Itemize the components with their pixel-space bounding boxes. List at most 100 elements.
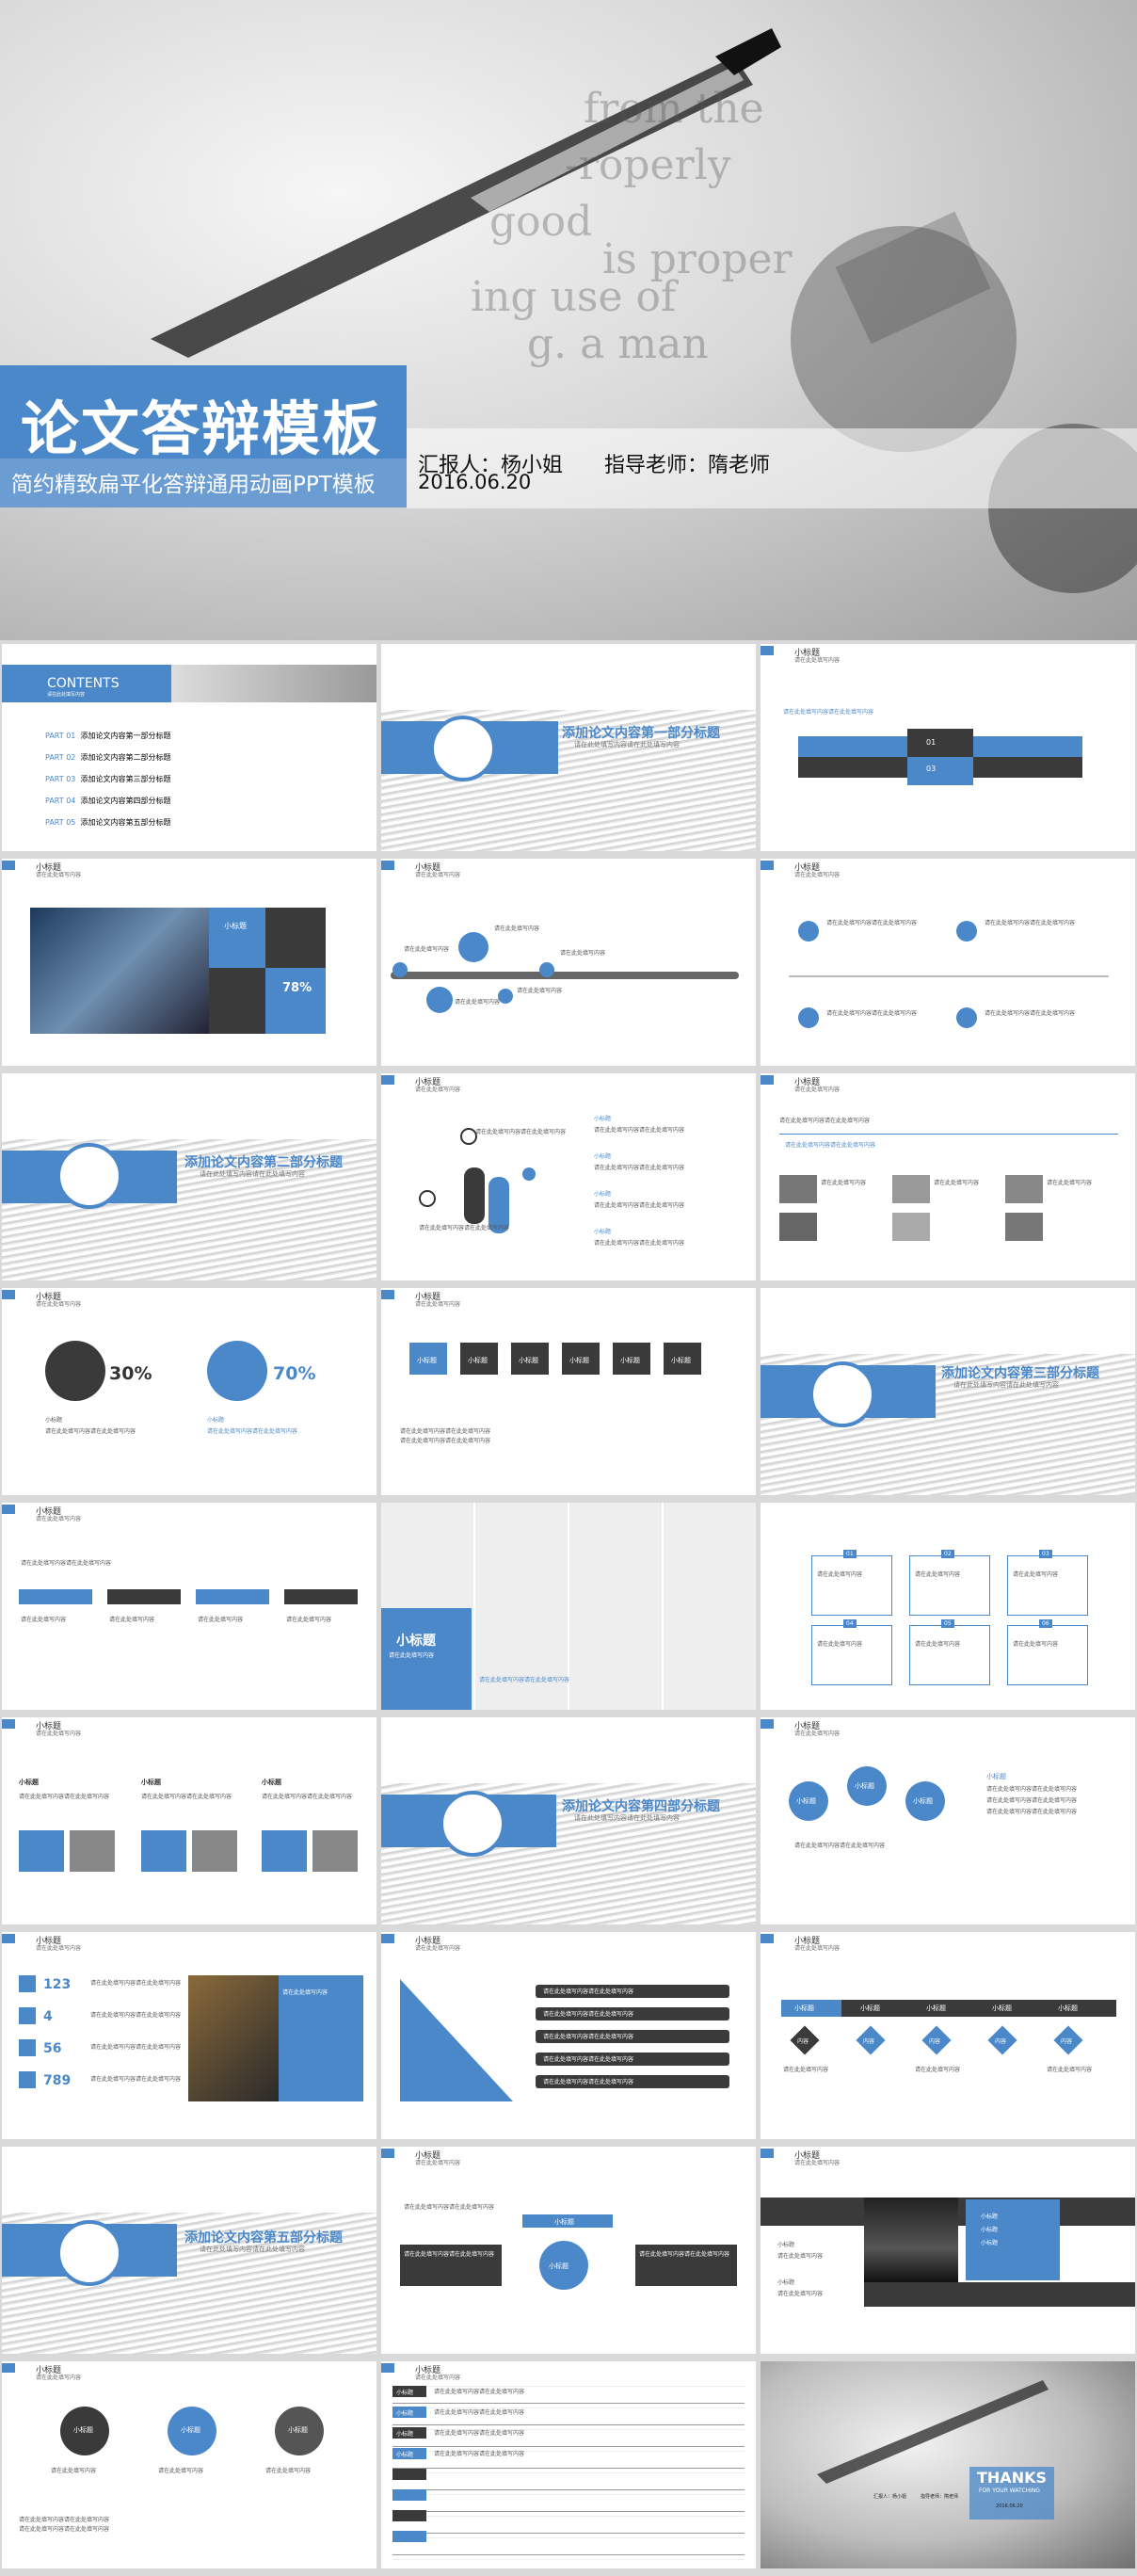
flow-text: 请在此处填写内容	[1047, 2067, 1093, 2073]
contents-item-label[interactable]: 添加论文内容第一部分标题	[80, 732, 170, 740]
card-text: 请在此处填写内容	[282, 1989, 328, 1996]
column-title: 小标题	[19, 1779, 39, 1786]
step-num: 03	[926, 765, 937, 773]
stat-text: 请在此处填写内容请在此处填写内容	[90, 1980, 182, 1987]
photo	[892, 1213, 930, 1241]
item-text: 请在此处填写内容请在此处填写内容	[475, 1129, 567, 1135]
timeline-text: 请在此处填写内容	[455, 999, 501, 1006]
card-text: 小标题	[981, 2227, 999, 2233]
circle-label: 小标题	[855, 1782, 874, 1790]
row-label: 小标题	[396, 2410, 414, 2417]
stat-text: 请在此处填写内容请在此处填写内容	[90, 2012, 182, 2019]
svg-text:from the: from the	[584, 85, 764, 133]
photo-caption: 请在此处填写内容	[934, 1180, 980, 1186]
box-text: 请在此处填写内容	[915, 1641, 961, 1648]
row-text: 请在此处填写内容请在此处填写内容	[434, 2389, 525, 2395]
card-title: 小标题	[396, 1634, 436, 1649]
timeline-text: 请在此处填写内容	[517, 988, 563, 994]
contents-item-label[interactable]: 添加论文内容第四部分标题	[80, 797, 170, 805]
thanks-advisor: 指导老师：隋老师	[921, 2494, 959, 2500]
contents-item-num: PART 01	[45, 732, 76, 740]
tab-label: 小标题	[569, 1357, 589, 1364]
slide-4-1: 小标题 请在此处填写内容 30% 70% 小标题 请在此处填写内容请在此处填写内…	[2, 1288, 376, 1495]
slide-text: 请在此处填写内容请在此处填写内容	[779, 1118, 871, 1124]
contents-item-label[interactable]: 添加论文内容第五部分标题	[80, 818, 170, 827]
item-title: 小标题	[207, 1417, 225, 1424]
section-title: 添加论文内容第三部分标题	[941, 1366, 1099, 1381]
slide-text: 请在此处填写内容请在此处填写内容	[19, 2517, 110, 2523]
cover-background-image: from the -roperly good is proper ing use…	[151, 28, 1137, 593]
bar-text: 请在此处填写内容请在此处填写内容	[543, 2034, 634, 2040]
slide-subtitle: 请在此处填写内容	[415, 1301, 461, 1308]
thanks-sub: FOR YOUR WATCHING	[979, 2487, 1040, 2494]
flow-text: 请在此处填写内容	[915, 2067, 961, 2073]
slide-section-4: 添加论文内容第四部分标题 请在此处填写内容请在此处填写内容	[381, 1717, 756, 1924]
slide-2-2: 小标题 请在此处填写内容 请在此处填写内容 请在此处填写内容 请在此处填写内容 …	[381, 859, 756, 1066]
circle-text: 请在此处填写内容	[51, 2468, 97, 2474]
stat-78: 78%	[282, 981, 312, 995]
photo-caption: 请在此处填写内容	[1047, 1180, 1093, 1186]
slide-subtitle: 请在此处填写内容	[36, 1516, 82, 1522]
item-text: 请在此处填写内容请在此处填写内容	[826, 920, 918, 926]
contents-item-label[interactable]: 添加论文内容第二部分标题	[80, 753, 170, 762]
contents-item-label[interactable]: 添加论文内容第三部分标题	[80, 775, 170, 783]
slide-9-1: 小标题 请在此处填写内容 小标题 小标题 小标题 请在此处填写内容 请在此处填写…	[2, 2361, 376, 2568]
box-num: 01	[843, 1550, 857, 1558]
box-num: 02	[941, 1550, 954, 1558]
stat-text: 请在此处填写内容请在此处填写内容	[90, 2044, 182, 2051]
column-text: 请在此处填写内容请在此处填写内容	[262, 1794, 353, 1800]
card-text: 请在此处填写内容	[389, 1652, 435, 1659]
section-title: 添加论文内容第二部分标题	[184, 1155, 343, 1170]
thanks-title: THANKS	[977, 2469, 1047, 2487]
section-text: 请在此处填写内容请在此处填写内容	[574, 741, 680, 749]
laptop-photo	[188, 1975, 279, 2101]
stat-number: 4	[43, 2009, 53, 2024]
slide-section-2: 添加论文内容第二部分标题 请在此处填写内容请在此处填写内容	[2, 1073, 376, 1280]
cover-title: 论文答辩模板	[21, 394, 383, 463]
stat-text: 请在此处填写内容请在此处填写内容	[90, 2076, 182, 2083]
side-text: 请在此处填写内容请在此处填写内容	[986, 1786, 1078, 1793]
home-icon	[19, 2071, 36, 2088]
thanks-date: 2016.06.20	[996, 2504, 1023, 2509]
side-text: 请在此处填写内容请在此处填写内容	[986, 1809, 1078, 1815]
slide-2-1: 小标题 请在此处填写内容 小标题 78%	[2, 859, 376, 1066]
contents-heading: CONTENTS	[47, 676, 120, 691]
photo	[779, 1213, 817, 1241]
list-text: 请在此处填写内容	[286, 1617, 332, 1623]
item-title: 小标题	[594, 1153, 612, 1160]
city-photo	[864, 2198, 958, 2282]
female-icon	[207, 1341, 267, 1401]
slide-text: 请在此处填写内容请在此处填写内容	[19, 2526, 110, 2533]
row-text: 请在此处填写内容请在此处填写内容	[434, 2430, 525, 2437]
tab-label: 小标题	[417, 1357, 437, 1364]
section-text: 请在此处填写内容请在此处填写内容	[953, 1381, 1059, 1389]
stat-number: 56	[43, 2041, 62, 2056]
slide-subtitle: 请在此处填写内容	[36, 872, 82, 878]
item-title: 小标题	[777, 2242, 795, 2248]
tab-label: 小标题	[620, 1357, 640, 1364]
section-title: 添加论文内容第五部分标题	[184, 2230, 343, 2246]
flow-content: 内容	[1061, 2038, 1073, 2045]
item-title: 小标题	[45, 1417, 63, 1424]
contents-item-num: PART 05	[45, 818, 76, 827]
slide-6-1: 小标题 请在此处填写内容 小标题 小标题 小标题 请在此处填写内容请在此处填写内…	[2, 1717, 376, 1924]
slide-5-2: 小标题 请在此处填写内容 请在此处填写内容请在此处填写内容	[381, 1503, 756, 1710]
slide-text: 请在此处填写内容请在此处填写内容	[783, 709, 874, 716]
slide-2-3: 小标题 请在此处填写内容 请在此处填写内容请在此处填写内容 请在此处填写内容请在…	[761, 859, 1135, 1066]
slide-thanks: THANKS FOR YOUR WATCHING 汇报人：杨小姐 指导老师：隋老…	[761, 2361, 1135, 2568]
slide-3-2: 小标题 请在此处填写内容 请在此处填写内容请在此处填写内容 请在此处填写内容请在…	[381, 1073, 756, 1280]
slide-text: 请在此处填写内容请在此处填写内容	[21, 1560, 112, 1567]
box-text: 请在此处填写内容	[817, 1571, 863, 1578]
circle-label: 小标题	[288, 2426, 308, 2434]
circle-text: 请在此处填写内容	[158, 2468, 204, 2474]
contents-item-num: PART 04	[45, 797, 76, 805]
female-percent: 70%	[273, 1363, 316, 1384]
circle-label: 小标题	[181, 2426, 200, 2434]
meeting-photo	[30, 908, 209, 1034]
slide-9-2: 小标题 请在此处填写内容 小标题 小标题 小标题 小标题 请在此处填写内容请在此…	[381, 2361, 756, 2568]
timeline-text: 请在此处填写内容	[494, 926, 540, 932]
slide-section-5: 添加论文内容第五部分标题 请在此处填写内容请在此处填写内容	[2, 2147, 376, 2354]
flow-content: 内容	[797, 2038, 809, 2045]
slide-5-1: 小标题 请在此处填写内容 请在此处填写内容请在此处填写内容 请在此处填写内容 请…	[2, 1503, 376, 1710]
circle-label: 小标题	[549, 2262, 568, 2270]
